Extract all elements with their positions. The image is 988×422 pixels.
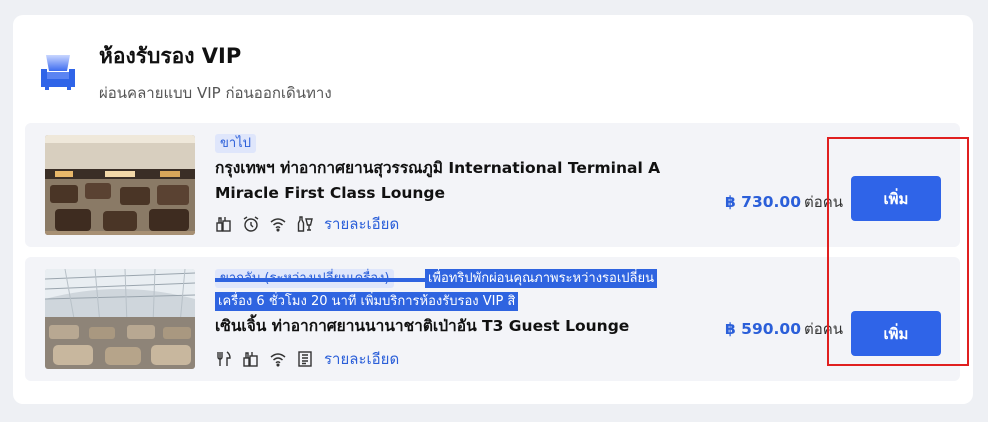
trip-direction-tag: ขาไป — [215, 134, 256, 153]
layover-promo-text: เพื่อทริปพักผ่อนคุณภาพระหว่างรอเปลี่ยนเค… — [215, 267, 685, 313]
lounge-item: ขากลับ (ระหว่างเปลี่ยนเครื่อง) เพื่อทริป… — [25, 257, 960, 381]
newspaper-icon — [298, 351, 312, 367]
price-value: ฿ 590.00 — [725, 320, 801, 338]
amenities-list: รายละเอียด — [215, 212, 399, 236]
alarm-clock-icon — [243, 216, 259, 232]
beverage-bottle-icon — [297, 216, 313, 232]
price: ฿ 730.00 ต่อคน — [725, 190, 843, 214]
section-subtitle: ผ่อนคลายแบบ VIP ก่อนออกเดินทาง — [99, 84, 332, 102]
sofa-icon — [41, 55, 75, 90]
wifi-icon — [270, 353, 286, 367]
lounge-name: กรุงเทพฯ ท่าอากาศยานสุวรรณภูมิ Internati… — [215, 159, 661, 202]
food-icon — [217, 351, 231, 366]
section-title: ห้องรับรอง VIP — [99, 44, 242, 68]
details-link[interactable]: รายละเอียด — [324, 347, 399, 371]
highlight-annotation-box — [827, 137, 969, 366]
lounge-name: เซินเจิ้น ท่าอากาศยานนานาชาติเป่าอัน T3 … — [215, 317, 630, 335]
layover-promo-value: เพื่อทริปพักผ่อนคุณภาพระหว่างรอเปลี่ยนเค… — [215, 269, 658, 311]
lounge-item: ขาไป กรุงเทพฯ ท่าอากาศยานสุวรรณภูมิ Inte… — [25, 123, 960, 247]
drink-icon — [216, 217, 231, 232]
lounge-photo — [45, 269, 195, 369]
amenities-list: รายละเอียด — [215, 347, 399, 371]
details-link[interactable]: รายละเอียด — [324, 212, 399, 236]
wifi-icon — [270, 218, 286, 232]
price-value: ฿ 730.00 — [725, 193, 801, 211]
drink-icon — [243, 352, 258, 367]
price: ฿ 590.00 ต่อคน — [725, 317, 843, 341]
lounge-photo — [45, 135, 195, 235]
